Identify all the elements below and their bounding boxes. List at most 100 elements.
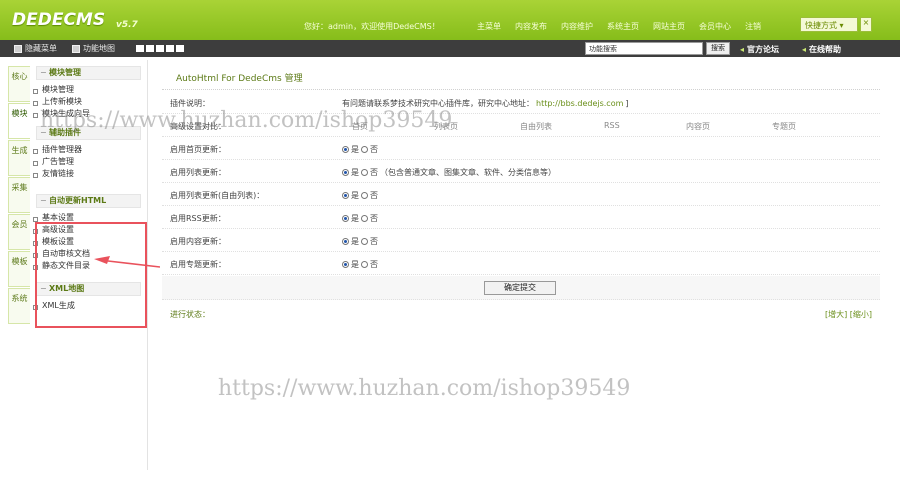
layout-switch-icons[interactable] — [136, 45, 184, 52]
layout-icon[interactable] — [176, 45, 184, 52]
tab-system[interactable]: 系统 — [8, 288, 30, 324]
radio-no[interactable] — [361, 261, 368, 268]
tab-collect[interactable]: 采集 — [8, 177, 30, 213]
toolbar: 隐藏菜单 功能地图 功能搜索 搜索 ◂ 官方论坛 ◂ 在线帮助 — [0, 40, 900, 57]
menu-item-module-manage[interactable]: 模块管理 — [30, 84, 147, 96]
radio-no[interactable] — [361, 146, 368, 153]
setting-row: 启用内容更新： 是 否 — [162, 229, 880, 252]
close-icon[interactable]: × — [860, 17, 872, 32]
radio-yes-label: 是 — [351, 191, 359, 200]
radio-no-label: 否 — [370, 168, 378, 177]
setting-options: 是 否 — [342, 236, 378, 247]
top-header: DEDECMS v5.7 您好：admin，欢迎使用DedeCMS！ 主菜单 内… — [0, 0, 900, 40]
collapse-icon: − — [40, 196, 47, 205]
resize-controls: [增大] [缩小] — [825, 309, 872, 320]
status-label: 进行状态： — [170, 310, 210, 319]
hide-menu-button[interactable]: 隐藏菜单 — [14, 43, 57, 54]
radio-yes-label: 是 — [351, 168, 359, 177]
radio-yes[interactable] — [342, 146, 349, 153]
radio-no-label: 否 — [370, 145, 378, 154]
nav-site-home[interactable]: 网站主页 — [646, 21, 692, 32]
submit-button[interactable]: 确定提交 — [484, 281, 556, 295]
nav-maintain[interactable]: 内容维护 — [554, 21, 600, 32]
tab-members[interactable]: 会员 — [8, 214, 30, 250]
radio-yes[interactable] — [342, 169, 349, 176]
layout-icon[interactable] — [146, 45, 154, 52]
official-forum-link[interactable]: ◂ 官方论坛 — [740, 44, 779, 55]
setting-label: 启用首页更新： — [170, 145, 226, 154]
radio-yes[interactable] — [342, 215, 349, 222]
function-map-button[interactable]: 功能地图 — [72, 43, 115, 54]
radio-no[interactable] — [361, 169, 368, 176]
menu-group-autohtml[interactable]: − 自动更新HTML — [36, 194, 141, 208]
setting-note: （包含普通文章、图集文章、软件、分类信息等） — [380, 168, 556, 177]
nav-system-home[interactable]: 系统主页 — [600, 21, 646, 32]
menu-item-ad-manage[interactable]: 广告管理 — [30, 156, 147, 168]
nav-publish[interactable]: 内容发布 — [508, 21, 554, 32]
radio-yes-label: 是 — [351, 237, 359, 246]
top-nav: 主菜单 内容发布 内容维护 系统主页 网站主页 会员中心 注销 — [470, 21, 768, 32]
logo: DEDECMS — [12, 10, 106, 30]
logo-version: v5.7 — [116, 20, 138, 30]
quick-menu-label: 快捷方式 — [805, 21, 837, 30]
enlarge-link[interactable]: [增大] — [825, 310, 847, 319]
quick-menu-button[interactable]: 快捷方式 ▾ — [800, 17, 858, 32]
setting-options: 是 否 — [342, 190, 378, 201]
setting-row: 启用首页更新： 是 否 — [162, 137, 880, 160]
radio-yes[interactable] — [342, 238, 349, 245]
radio-no[interactable] — [361, 238, 368, 245]
online-help-link[interactable]: ◂ 在线帮助 — [802, 44, 841, 55]
radio-no-label: 否 — [370, 260, 378, 269]
setting-row: 启用列表更新： 是 否 （包含普通文章、图集文章、软件、分类信息等） — [162, 160, 880, 183]
welcome-text: 您好：admin，欢迎使用DedeCMS！ — [304, 22, 440, 31]
arrow-icon: ◂ — [802, 45, 807, 54]
setting-label: 启用专题更新： — [170, 260, 226, 269]
watermark-text: https://www.huzhan.com/ishop39549 — [218, 376, 631, 401]
highlight-box — [35, 222, 147, 328]
radio-yes[interactable] — [342, 261, 349, 268]
radio-no-label: 否 — [370, 191, 378, 200]
nav-main-menu[interactable]: 主菜单 — [470, 21, 508, 32]
tab-core[interactable]: 核心 — [8, 66, 30, 102]
search-button[interactable]: 搜索 — [706, 42, 730, 55]
function-search-input[interactable]: 功能搜索 — [585, 42, 703, 55]
column-header: 专题页 — [772, 122, 796, 131]
radio-no[interactable] — [361, 215, 368, 222]
menu-item-plugin-manager[interactable]: 插件管理器 — [30, 144, 147, 156]
checkbox-icon — [14, 44, 22, 53]
radio-yes[interactable] — [342, 192, 349, 199]
setting-label: 启用RSS更新： — [170, 214, 226, 223]
arrow-annotation-icon — [94, 256, 160, 268]
category-tabs: 核心 模块 生成 采集 会员 模板 系统 — [8, 66, 30, 325]
layout-icon[interactable] — [166, 45, 174, 52]
radio-yes-label: 是 — [351, 145, 359, 154]
menu-item-friend-links[interactable]: 友情链接 — [30, 168, 147, 180]
tab-generate[interactable]: 生成 — [8, 140, 30, 176]
main-panel: AutoHtml For DedeCms 管理 插件说明： 有问题请联系梦技术研… — [162, 62, 880, 332]
page-title: AutoHtml For DedeCms 管理 — [162, 68, 880, 90]
radio-yes-label: 是 — [351, 260, 359, 269]
tab-templates[interactable]: 模板 — [8, 251, 30, 287]
menu-group-modules[interactable]: − 模块管理 — [36, 66, 141, 80]
radio-no-label: 否 — [370, 237, 378, 246]
plugin-desc-end: ] — [625, 99, 629, 108]
nav-member-center[interactable]: 会员中心 — [692, 21, 738, 32]
setting-label: 启用列表更新： — [170, 168, 226, 177]
nav-logout[interactable]: 注销 — [738, 21, 768, 32]
setting-label: 启用列表更新(自由列表)： — [170, 191, 265, 200]
collapse-icon: − — [40, 68, 47, 77]
column-header: 自由列表 — [520, 122, 552, 131]
arrow-icon: ◂ — [740, 45, 745, 54]
setting-options: 是 否 （包含普通文章、图集文章、软件、分类信息等） — [342, 167, 556, 178]
official-forum-label: 官方论坛 — [747, 45, 780, 54]
setting-options: 是 否 — [342, 213, 378, 224]
radio-no[interactable] — [361, 192, 368, 199]
menu-item-upload-module[interactable]: 上传新模块 — [30, 96, 147, 108]
layout-icon[interactable] — [156, 45, 164, 52]
layout-icon[interactable] — [136, 45, 144, 52]
tab-modules[interactable]: 模块 — [8, 103, 30, 139]
column-header: RSS — [604, 121, 620, 130]
setting-row: 启用RSS更新： 是 否 — [162, 206, 880, 229]
shrink-link[interactable]: [缩小] — [850, 310, 872, 319]
plugin-link[interactable]: http://bbs.dedejs.com — [536, 99, 623, 108]
